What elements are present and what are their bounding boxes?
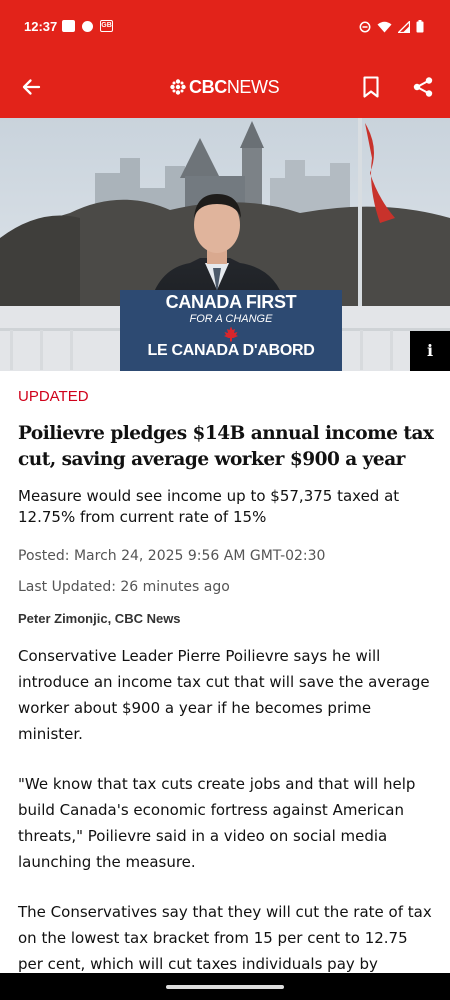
logo-regular-text: NEWS <box>226 76 280 97</box>
status-notifications: GB <box>62 20 113 32</box>
home-gesture-handle[interactable] <box>166 985 284 989</box>
share-icon <box>413 77 433 97</box>
article-deck: Measure would see income up to $57,375 t… <box>18 487 400 526</box>
bookmark-button[interactable] <box>353 69 389 105</box>
hero-image[interactable]: CANADA FIRST FOR A CHANGE LE CANADA D'AB… <box>0 118 450 371</box>
notification-icon <box>62 20 75 32</box>
do-not-disturb-icon <box>359 21 371 32</box>
podium-sign: CANADA FIRST FOR A CHANGE LE CANADA D'AB… <box>120 290 342 371</box>
last-updated-timestamp: Last Updated: 26 minutes ago <box>18 579 230 595</box>
app-icon <box>82 20 93 32</box>
posted-timestamp: Posted: March 24, 2025 9:56 AM GMT-02:30 <box>18 548 326 564</box>
logo-bold-text: CBC <box>189 76 227 97</box>
article-headline: Poilievre pledges $14B annual income tax… <box>18 423 434 470</box>
battery-icon <box>416 20 424 33</box>
signal-icon <box>398 20 410 33</box>
updated-label: UPDATED <box>18 388 89 405</box>
status-time: 12:37 <box>24 19 58 34</box>
image-info-button[interactable]: i <box>410 331 450 371</box>
share-button[interactable] <box>405 69 441 105</box>
maple-leaf-icon <box>224 326 238 342</box>
article-paragraph: Conservative Leader Pierre Poilievre say… <box>18 647 430 743</box>
status-system-icons <box>359 20 424 33</box>
article-paragraph: "We know that tax cuts create jobs and t… <box>18 775 416 871</box>
gb-icon: GB <box>100 20 113 32</box>
back-button[interactable] <box>13 69 49 105</box>
wifi-icon <box>377 21 392 32</box>
arrow-left-icon <box>22 79 41 95</box>
system-navigation-bar <box>0 973 450 1000</box>
bookmark-icon <box>363 76 379 98</box>
gb-label: GB <box>101 22 112 29</box>
article-byline: Peter Zimonjic, CBC News <box>18 611 181 626</box>
cbc-gem-icon <box>170 79 186 95</box>
cbc-news-logo: CBCNEWS <box>170 76 280 98</box>
status-bar: 12:37 GB <box>0 0 450 56</box>
article-paragraph: The Conservatives say that they will cut… <box>18 903 432 973</box>
podium-line-1: CANADA FIRST <box>165 292 297 312</box>
podium-line-3: LE CANADA D'ABORD <box>147 342 315 359</box>
podium-line-2: FOR A CHANGE <box>189 313 273 325</box>
